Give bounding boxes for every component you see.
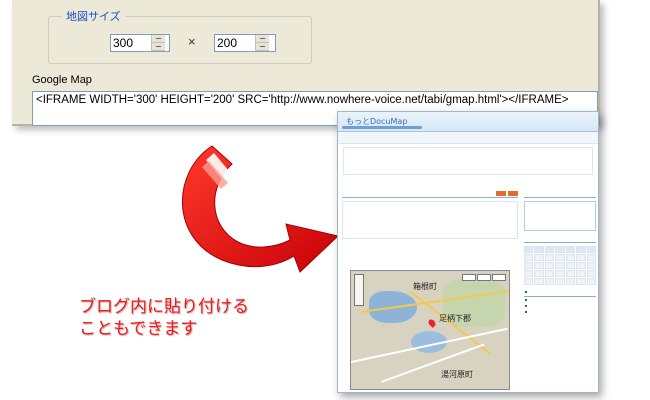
tag-badge-icon	[508, 191, 518, 196]
map-settings-dialog: 地図サイズ 300 × 200 Google Map <IFRAME WIDTH…	[12, 0, 600, 126]
width-stepper[interactable]: 300	[110, 34, 170, 52]
calendar-heading	[524, 235, 596, 243]
blog-columns: 箱根町 足柄下郡 湯河原町	[338, 190, 598, 392]
map-zoom-control[interactable]	[354, 274, 364, 306]
times-sign: ×	[188, 34, 196, 49]
map-type-buttons[interactable]	[462, 274, 506, 281]
blog-header: もっとDocuMap	[338, 112, 598, 132]
blog-header-swoosh	[342, 126, 422, 129]
width-value[interactable]: 300	[111, 36, 151, 50]
height-value[interactable]: 200	[215, 36, 255, 50]
map-label: 湯河原町	[441, 370, 473, 379]
sidebar-ads-heading	[524, 190, 596, 198]
caption-text: ブログ内に貼り付ける こともできます	[79, 297, 249, 339]
width-up-arrow-icon[interactable]	[152, 35, 165, 43]
sidebar-theme-list	[524, 289, 596, 315]
calendar-grid	[524, 246, 596, 285]
post-header	[342, 190, 518, 198]
map-label: 箱根町	[413, 282, 437, 291]
theme-heading	[524, 289, 596, 297]
blog-main-column: 箱根町 足柄下郡 湯河原町	[342, 190, 518, 392]
red-curved-arrow-icon	[182, 145, 340, 273]
map-label: 足柄下郡	[439, 314, 471, 323]
tag-badge-icon	[496, 191, 506, 196]
height-down-arrow-icon[interactable]	[256, 43, 269, 51]
embedded-google-map[interactable]: 箱根町 足柄下郡 湯河原町	[350, 270, 510, 390]
post-body	[342, 201, 518, 239]
height-up-arrow-icon[interactable]	[256, 35, 269, 43]
height-spin-buttons[interactable]	[255, 35, 269, 51]
blog-screenshot: もっとDocuMap 箱根町 足柄下郡 湯河原町	[337, 111, 599, 393]
height-stepper[interactable]: 200	[214, 34, 276, 52]
map-size-group-label: 地図サイズ	[62, 8, 125, 24]
google-map-label: Google Map	[32, 74, 92, 86]
blog-intro-box	[343, 147, 593, 175]
blog-nav-bar	[338, 132, 598, 144]
blog-sidebar	[524, 190, 596, 392]
sidebar-calendar	[524, 235, 596, 285]
sidebar-ad-box[interactable]	[524, 201, 596, 231]
width-down-arrow-icon[interactable]	[152, 43, 165, 51]
map-marker-icon[interactable]	[427, 318, 437, 328]
list-item[interactable]	[524, 309, 596, 315]
width-spin-buttons[interactable]	[151, 35, 165, 51]
